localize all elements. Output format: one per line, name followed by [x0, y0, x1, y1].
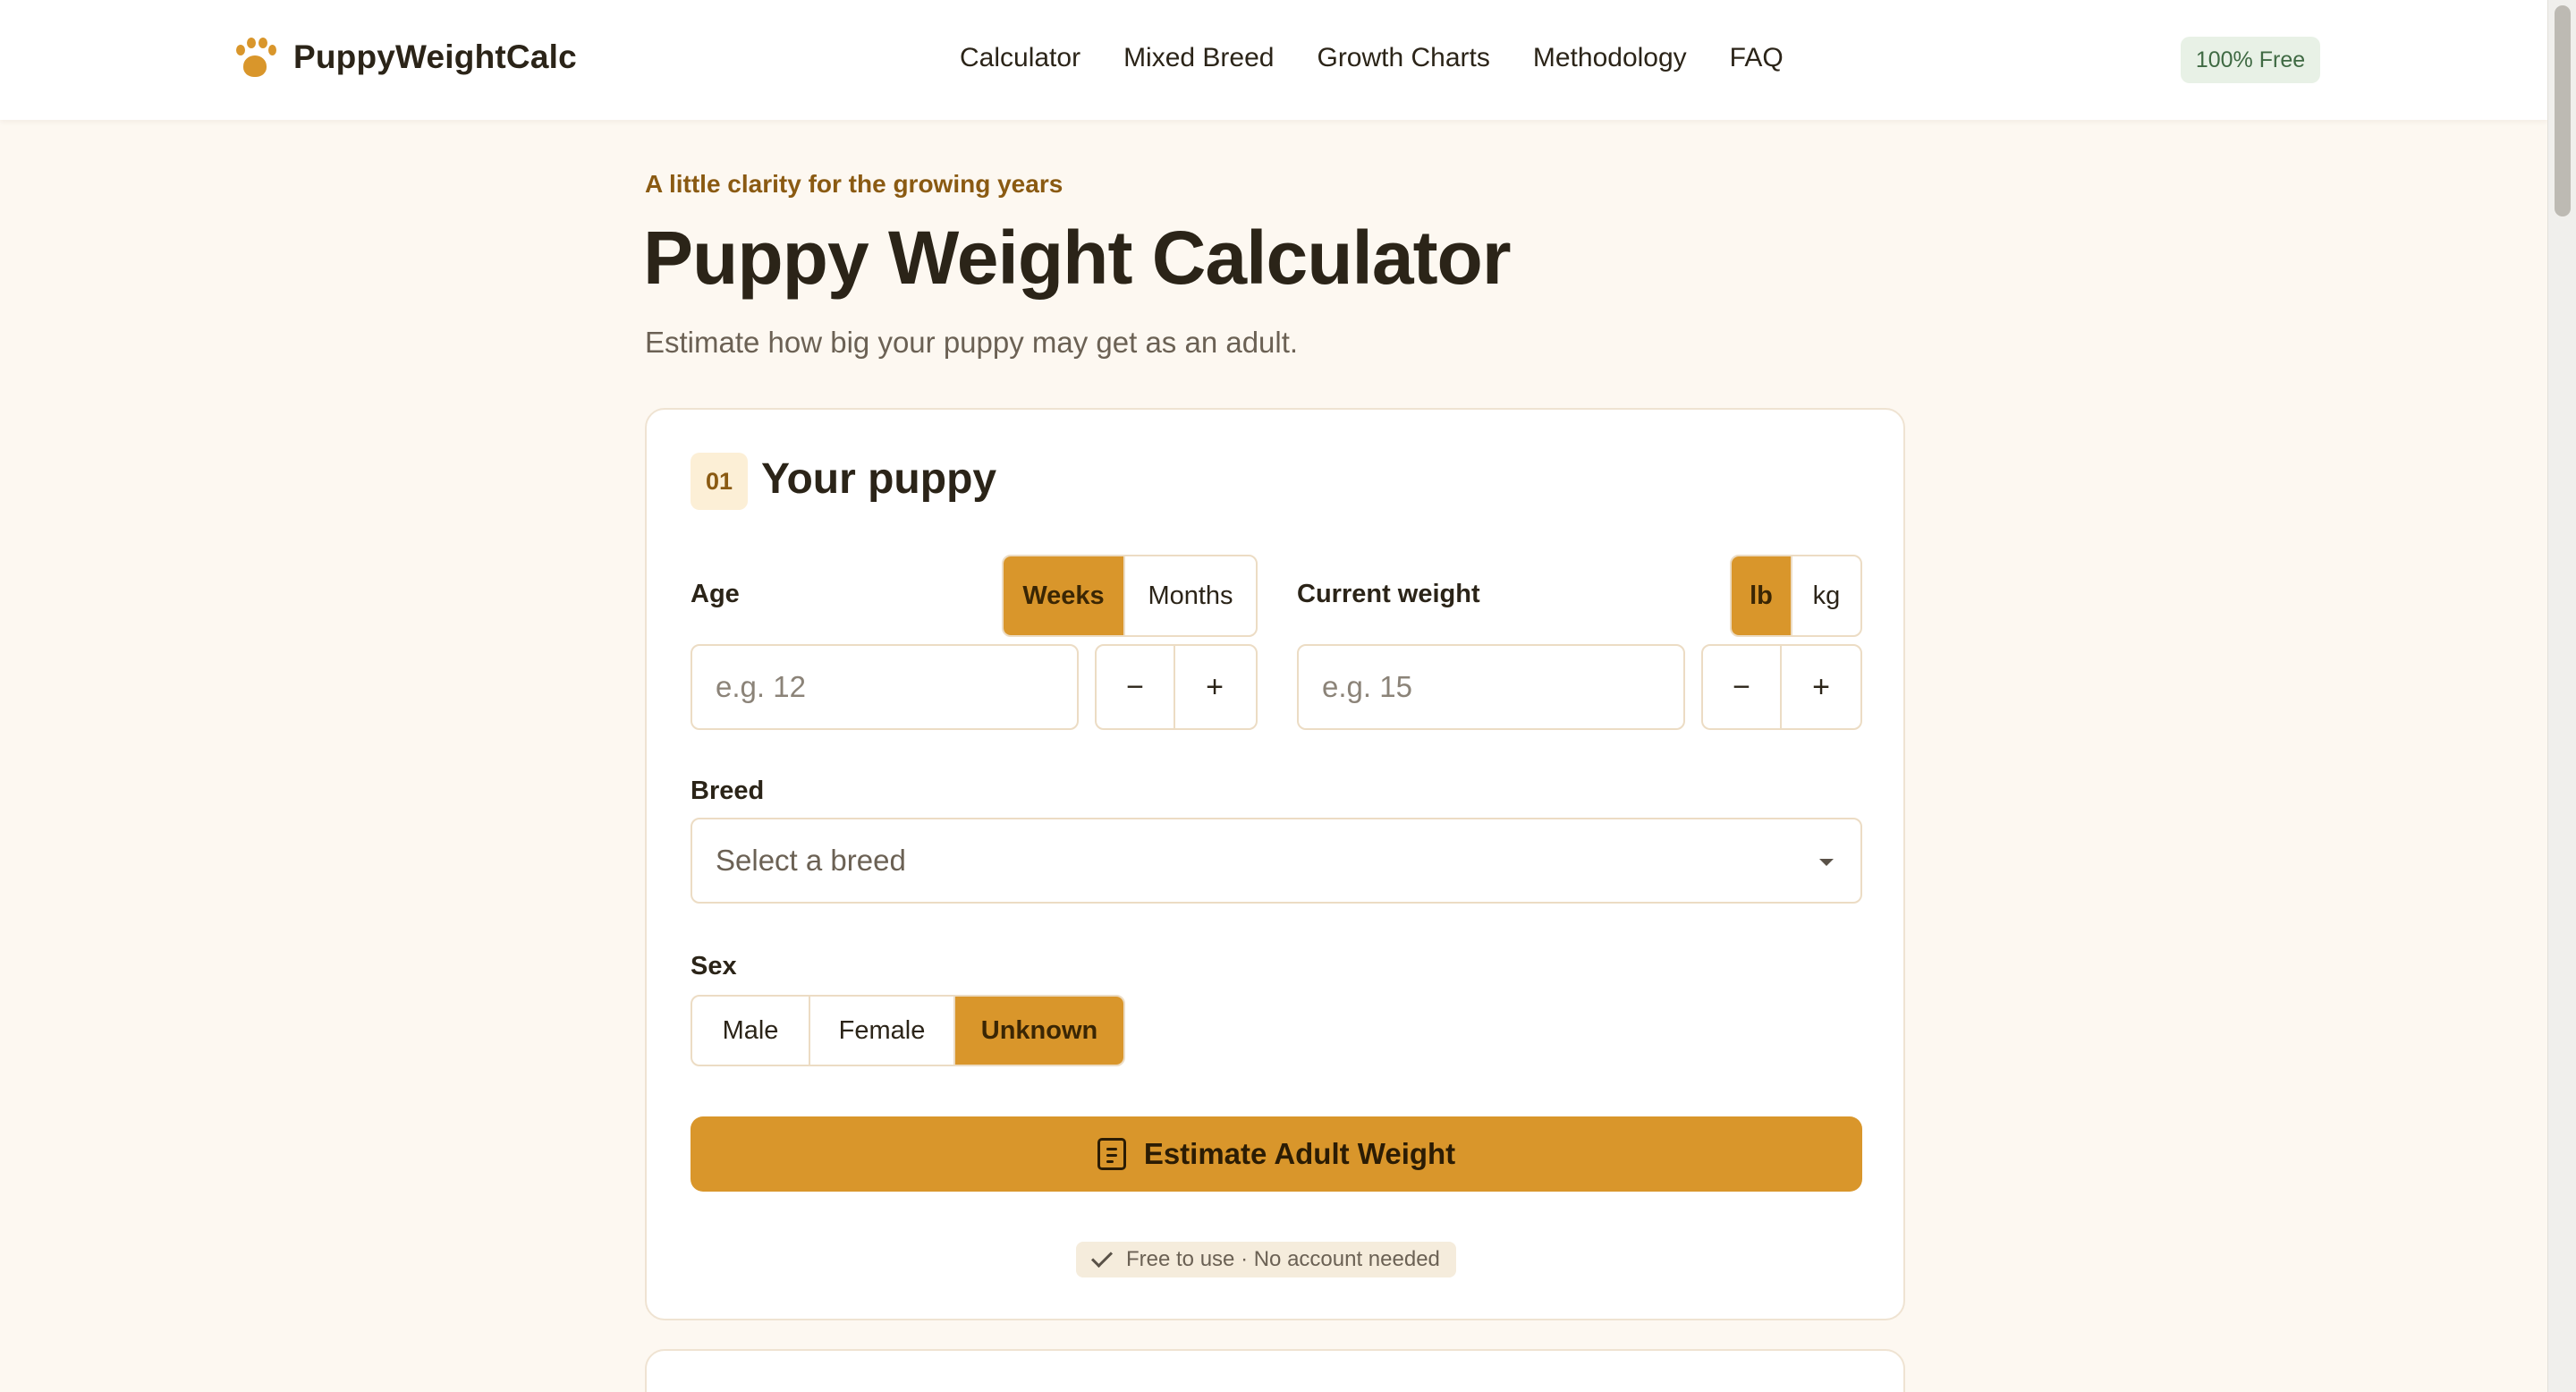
age-unit-toggle: Weeks Months — [1002, 555, 1258, 637]
page-subtitle: Estimate how big your puppy may get as a… — [645, 326, 1299, 359]
document-icon — [1097, 1138, 1126, 1170]
age-increment-button[interactable]: + — [1175, 646, 1254, 728]
estimate-button-label: Estimate Adult Weight — [1143, 1137, 1456, 1170]
page: PuppyWeightCalc Calculator Mixed Breed G… — [0, 0, 2576, 1392]
sex-option-male[interactable]: Male — [692, 997, 810, 1065]
weight-increment-button[interactable]: + — [1782, 646, 1860, 728]
weight-unit-lb[interactable]: lb — [1732, 556, 1792, 635]
nav-growth-charts[interactable]: Growth Charts — [1317, 43, 1489, 73]
paw-icon — [236, 38, 276, 77]
nav-faq[interactable]: FAQ — [1730, 43, 1784, 73]
weight-unit-kg[interactable]: kg — [1792, 556, 1860, 635]
age-decrement-button[interactable]: − — [1097, 646, 1175, 728]
breed-label: Breed — [691, 777, 765, 805]
nav-calculator[interactable]: Calculator — [960, 43, 1080, 73]
nav-methodology[interactable]: Methodology — [1533, 43, 1687, 73]
scrollbar-thumb[interactable] — [2555, 5, 2571, 216]
main-nav: Calculator Mixed Breed Growth Charts Met… — [960, 43, 1784, 73]
next-step-card — [645, 1349, 1905, 1392]
site-header: PuppyWeightCalc Calculator Mixed Breed G… — [0, 0, 2547, 120]
sex-toggle: Male Female Unknown — [691, 995, 1125, 1066]
brand-name: PuppyWeightCalc — [293, 38, 577, 75]
age-unit-weeks[interactable]: Weeks — [1004, 556, 1125, 635]
free-note-text: Free to use · No account needed — [1126, 1247, 1440, 1271]
weight-unit-toggle: lb kg — [1730, 555, 1862, 637]
check-icon — [1090, 1245, 1114, 1269]
age-label: Age — [691, 580, 740, 608]
age-input[interactable] — [691, 644, 1079, 730]
age-stepper: − + — [1095, 644, 1258, 730]
chevron-down-icon — [1819, 859, 1834, 866]
sex-label: Sex — [691, 952, 737, 980]
step-number-badge: 01 — [691, 453, 748, 510]
weight-decrement-button[interactable]: − — [1703, 646, 1782, 728]
weight-label: Current weight — [1297, 580, 1480, 608]
free-badge: 100% Free — [2181, 37, 2320, 83]
brand-logo-link[interactable]: PuppyWeightCalc — [236, 38, 577, 77]
puppy-form-card: 01 Your puppy Age Weeks Months − + Curre… — [645, 408, 1905, 1320]
estimate-adult-weight-button[interactable]: Estimate Adult Weight — [691, 1116, 1862, 1192]
free-note: Free to use · No account needed — [1076, 1242, 1456, 1277]
sex-option-unknown[interactable]: Unknown — [955, 997, 1123, 1065]
hero-eyebrow: A little clarity for the growing years — [645, 170, 1063, 198]
page-title: Puppy Weight Calculator — [643, 216, 1512, 300]
breed-select[interactable]: Select a breed — [691, 818, 1862, 904]
breed-select-placeholder: Select a breed — [716, 844, 906, 877]
sex-option-female[interactable]: Female — [810, 997, 955, 1065]
nav-mixed-breed[interactable]: Mixed Breed — [1123, 43, 1274, 73]
weight-input[interactable] — [1297, 644, 1685, 730]
step-title: Your puppy — [761, 455, 997, 503]
weight-stepper: − + — [1701, 644, 1862, 730]
age-unit-months[interactable]: Months — [1125, 556, 1256, 635]
